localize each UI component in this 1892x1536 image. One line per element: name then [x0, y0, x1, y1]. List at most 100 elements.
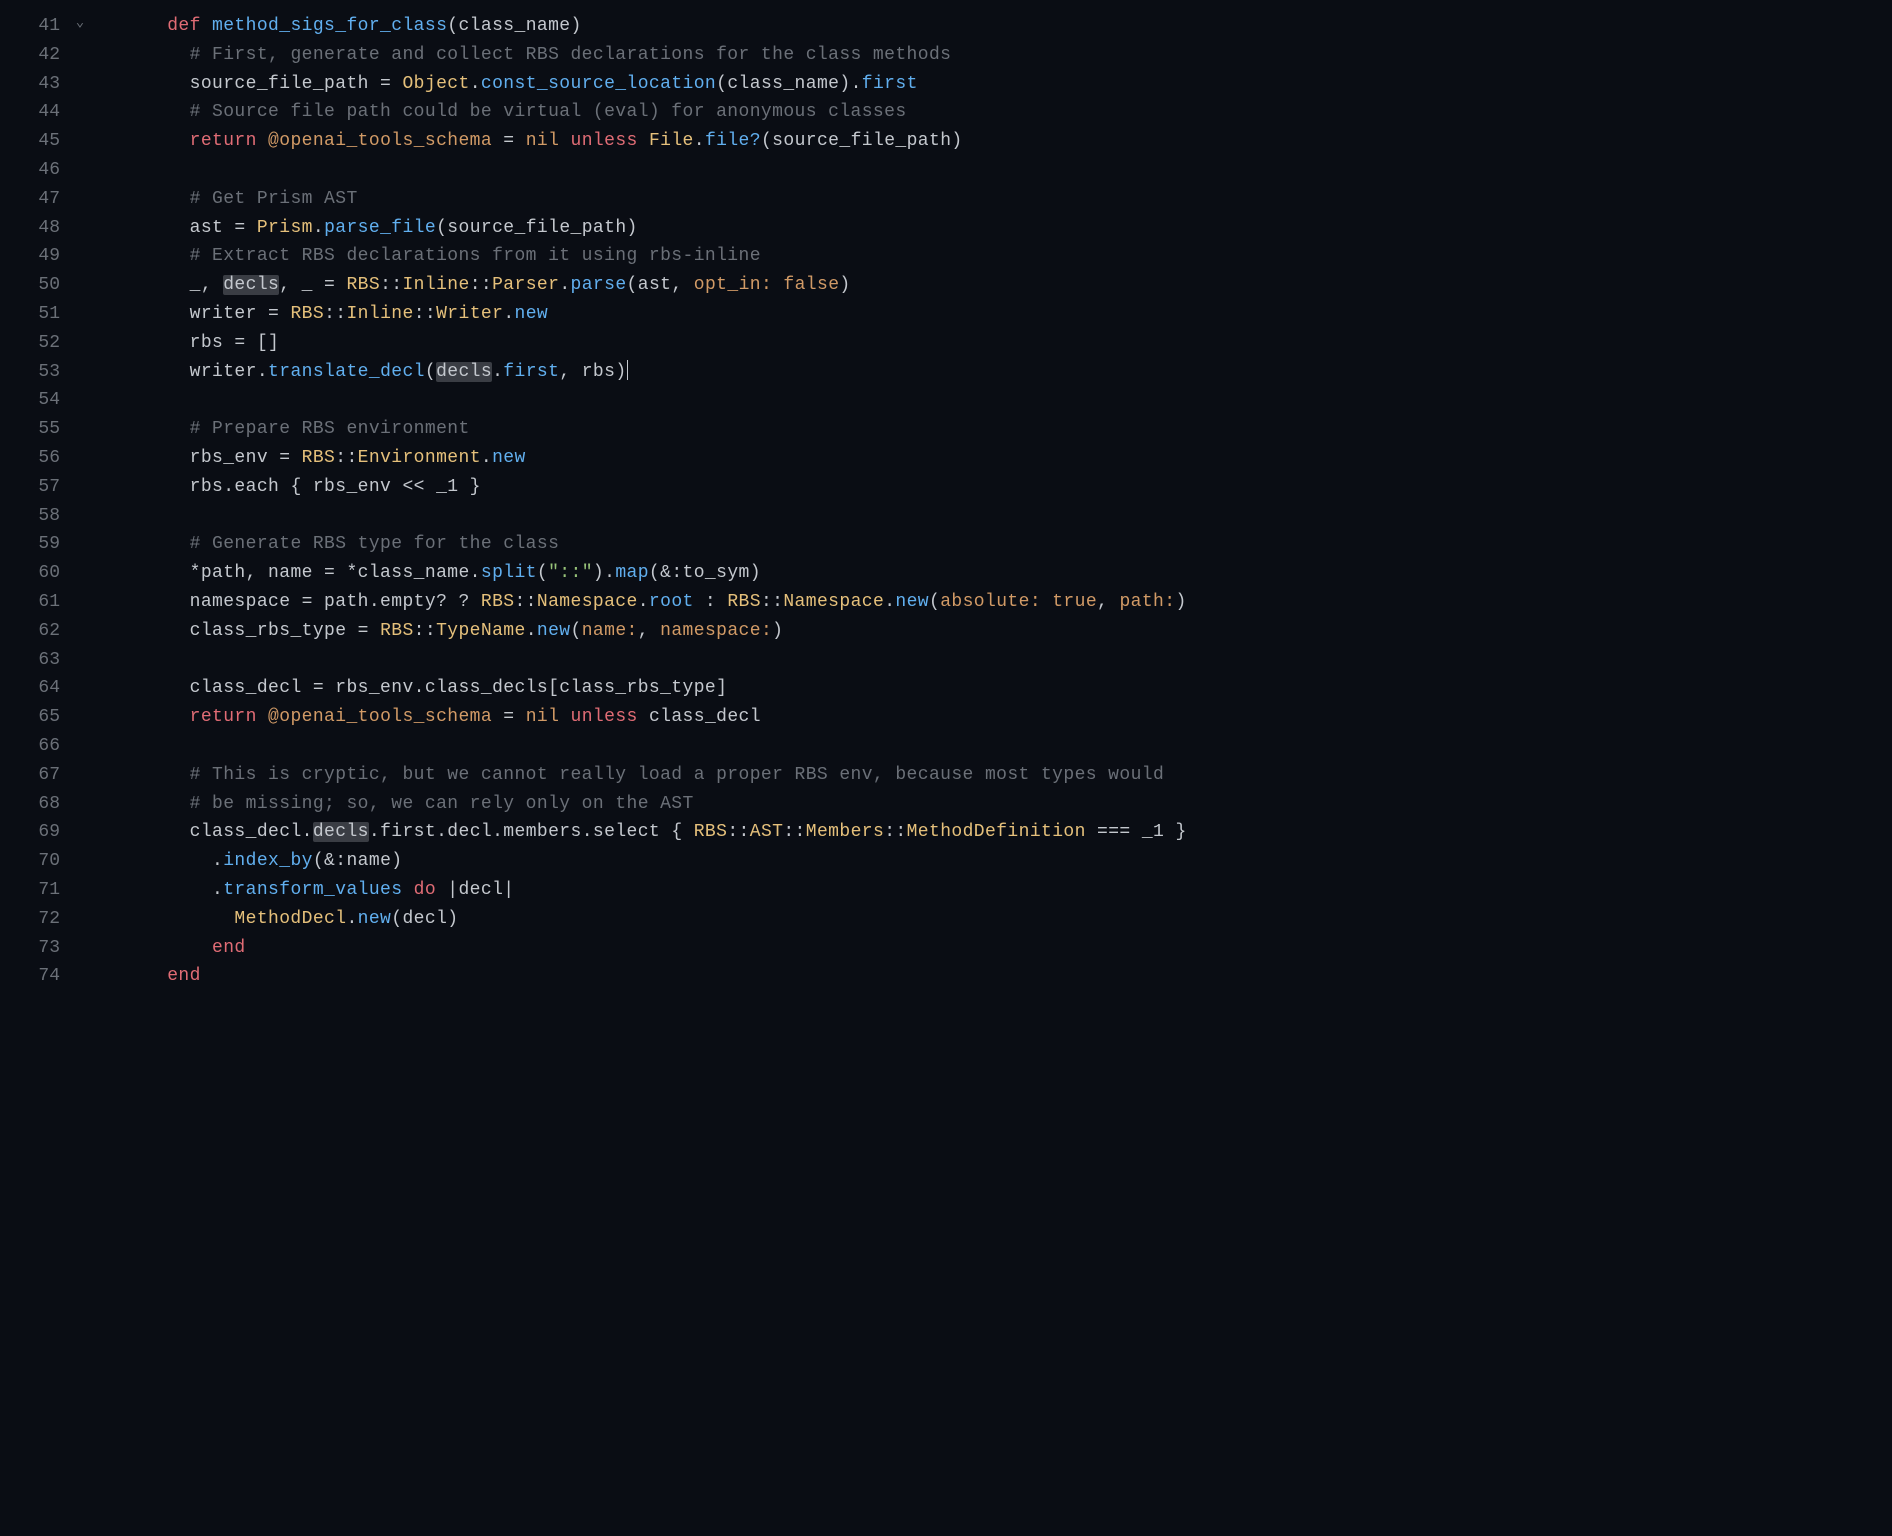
- line-number: 50: [0, 271, 68, 300]
- line-number: 46: [0, 156, 68, 185]
- line-number: 55: [0, 415, 68, 444]
- line-number: 49: [0, 242, 68, 271]
- line-number: 48: [0, 214, 68, 243]
- code-content[interactable]: # be missing; so, we can rely only on th…: [92, 790, 694, 819]
- line-number: 57: [0, 473, 68, 502]
- code-line[interactable]: 51 writer = RBS::Inline::Writer.new: [0, 300, 1892, 329]
- code-line[interactable]: 65 return @openai_tools_schema = nil unl…: [0, 703, 1892, 732]
- code-line[interactable]: 52 rbs = []: [0, 329, 1892, 358]
- code-line[interactable]: 48 ast = Prism.parse_file(source_file_pa…: [0, 214, 1892, 243]
- code-editor[interactable]: 41 ⌄ def method_sigs_for_class(class_nam…: [0, 12, 1892, 991]
- line-number: 66: [0, 732, 68, 761]
- code-line[interactable]: 68 # be missing; so, we can rely only on…: [0, 790, 1892, 819]
- code-content[interactable]: class_decl.decls.first.decl.members.sele…: [92, 818, 1187, 847]
- code-content[interactable]: .index_by(&:name): [92, 847, 402, 876]
- code-content[interactable]: class_decl = rbs_env.class_decls[class_r…: [92, 674, 727, 703]
- code-content[interactable]: writer.translate_decl(decls.first, rbs): [92, 358, 628, 387]
- code-content[interactable]: # Generate RBS type for the class: [92, 530, 559, 559]
- line-number: 65: [0, 703, 68, 732]
- code-content[interactable]: def method_sigs_for_class(class_name): [92, 12, 582, 41]
- code-line[interactable]: 69 class_decl.decls.first.decl.members.s…: [0, 818, 1892, 847]
- code-content[interactable]: # This is cryptic, but we cannot really …: [92, 761, 1164, 790]
- code-line[interactable]: 54: [0, 386, 1892, 415]
- code-line[interactable]: 63: [0, 646, 1892, 675]
- code-line[interactable]: 43 source_file_path = Object.const_sourc…: [0, 70, 1892, 99]
- code-content[interactable]: namespace = path.empty? ? RBS::Namespace…: [92, 588, 1187, 617]
- code-line[interactable]: 74 end: [0, 962, 1892, 991]
- line-number: 59: [0, 530, 68, 559]
- line-number: 60: [0, 559, 68, 588]
- code-line[interactable]: 72 MethodDecl.new(decl): [0, 905, 1892, 934]
- code-line[interactable]: 41 ⌄ def method_sigs_for_class(class_nam…: [0, 12, 1892, 41]
- line-number: 42: [0, 41, 68, 70]
- line-number: 47: [0, 185, 68, 214]
- code-line[interactable]: 49 # Extract RBS declarations from it us…: [0, 242, 1892, 271]
- fold-icon[interactable]: ⌄: [68, 12, 92, 34]
- code-line[interactable]: 56 rbs_env = RBS::Environment.new: [0, 444, 1892, 473]
- code-line[interactable]: 64 class_decl = rbs_env.class_decls[clas…: [0, 674, 1892, 703]
- line-number: 73: [0, 934, 68, 963]
- code-content[interactable]: return @openai_tools_schema = nil unless…: [92, 703, 761, 732]
- line-number: 51: [0, 300, 68, 329]
- line-number: 67: [0, 761, 68, 790]
- code-content[interactable]: return @openai_tools_schema = nil unless…: [92, 127, 963, 156]
- code-line[interactable]: 62 class_rbs_type = RBS::TypeName.new(na…: [0, 617, 1892, 646]
- code-line[interactable]: 46: [0, 156, 1892, 185]
- code-content[interactable]: # Get Prism AST: [92, 185, 358, 214]
- line-number: 74: [0, 962, 68, 991]
- line-number: 68: [0, 790, 68, 819]
- code-content[interactable]: writer = RBS::Inline::Writer.new: [92, 300, 548, 329]
- code-line[interactable]: 57 rbs.each { rbs_env << _1 }: [0, 473, 1892, 502]
- code-line[interactable]: 44 # Source file path could be virtual (…: [0, 98, 1892, 127]
- line-number: 53: [0, 358, 68, 387]
- code-line[interactable]: 42 # First, generate and collect RBS dec…: [0, 41, 1892, 70]
- code-content[interactable]: # First, generate and collect RBS declar…: [92, 41, 951, 70]
- code-content[interactable]: end: [92, 962, 201, 991]
- code-content[interactable]: class_rbs_type = RBS::TypeName.new(name:…: [92, 617, 783, 646]
- code-content[interactable]: end: [92, 934, 246, 963]
- line-number: 56: [0, 444, 68, 473]
- code-line[interactable]: 70 .index_by(&:name): [0, 847, 1892, 876]
- line-number: 63: [0, 646, 68, 675]
- code-content[interactable]: # Prepare RBS environment: [92, 415, 470, 444]
- code-line[interactable]: 45 return @openai_tools_schema = nil unl…: [0, 127, 1892, 156]
- code-line[interactable]: 55 # Prepare RBS environment: [0, 415, 1892, 444]
- code-line[interactable]: 60 *path, name = *class_name.split("::")…: [0, 559, 1892, 588]
- code-line[interactable]: 73 end: [0, 934, 1892, 963]
- code-content[interactable]: # Source file path could be virtual (eva…: [92, 98, 907, 127]
- code-line[interactable]: 47 # Get Prism AST: [0, 185, 1892, 214]
- line-number: 58: [0, 502, 68, 531]
- code-content[interactable]: # Extract RBS declarations from it using…: [92, 242, 761, 271]
- line-number: 52: [0, 329, 68, 358]
- code-content[interactable]: rbs.each { rbs_env << _1 }: [92, 473, 481, 502]
- code-line[interactable]: 66: [0, 732, 1892, 761]
- line-number: 64: [0, 674, 68, 703]
- code-content[interactable]: ast = Prism.parse_file(source_file_path): [92, 214, 638, 243]
- code-content[interactable]: source_file_path = Object.const_source_l…: [92, 70, 918, 99]
- line-number: 41: [0, 12, 68, 41]
- code-line[interactable]: 71 .transform_values do |decl|: [0, 876, 1892, 905]
- code-line[interactable]: 58: [0, 502, 1892, 531]
- text-cursor: [627, 360, 628, 380]
- code-content[interactable]: MethodDecl.new(decl): [92, 905, 458, 934]
- code-line[interactable]: 53 writer.translate_decl(decls.first, rb…: [0, 358, 1892, 387]
- code-line[interactable]: 67 # This is cryptic, but we cannot real…: [0, 761, 1892, 790]
- line-number: 62: [0, 617, 68, 646]
- line-number: 45: [0, 127, 68, 156]
- line-number: 71: [0, 876, 68, 905]
- line-number: 43: [0, 70, 68, 99]
- line-number: 72: [0, 905, 68, 934]
- line-number: 44: [0, 98, 68, 127]
- code-content[interactable]: rbs = []: [92, 329, 279, 358]
- line-number: 69: [0, 818, 68, 847]
- line-number: 54: [0, 386, 68, 415]
- code-content[interactable]: *path, name = *class_name.split("::").ma…: [92, 559, 761, 588]
- code-line[interactable]: 50 _, decls, _ = RBS::Inline::Parser.par…: [0, 271, 1892, 300]
- code-line[interactable]: 59 # Generate RBS type for the class: [0, 530, 1892, 559]
- line-number: 61: [0, 588, 68, 617]
- code-content[interactable]: _, decls, _ = RBS::Inline::Parser.parse(…: [92, 271, 851, 300]
- code-content[interactable]: .transform_values do |decl|: [92, 876, 515, 905]
- line-number: 70: [0, 847, 68, 876]
- code-content[interactable]: rbs_env = RBS::Environment.new: [92, 444, 526, 473]
- code-line[interactable]: 61 namespace = path.empty? ? RBS::Namesp…: [0, 588, 1892, 617]
